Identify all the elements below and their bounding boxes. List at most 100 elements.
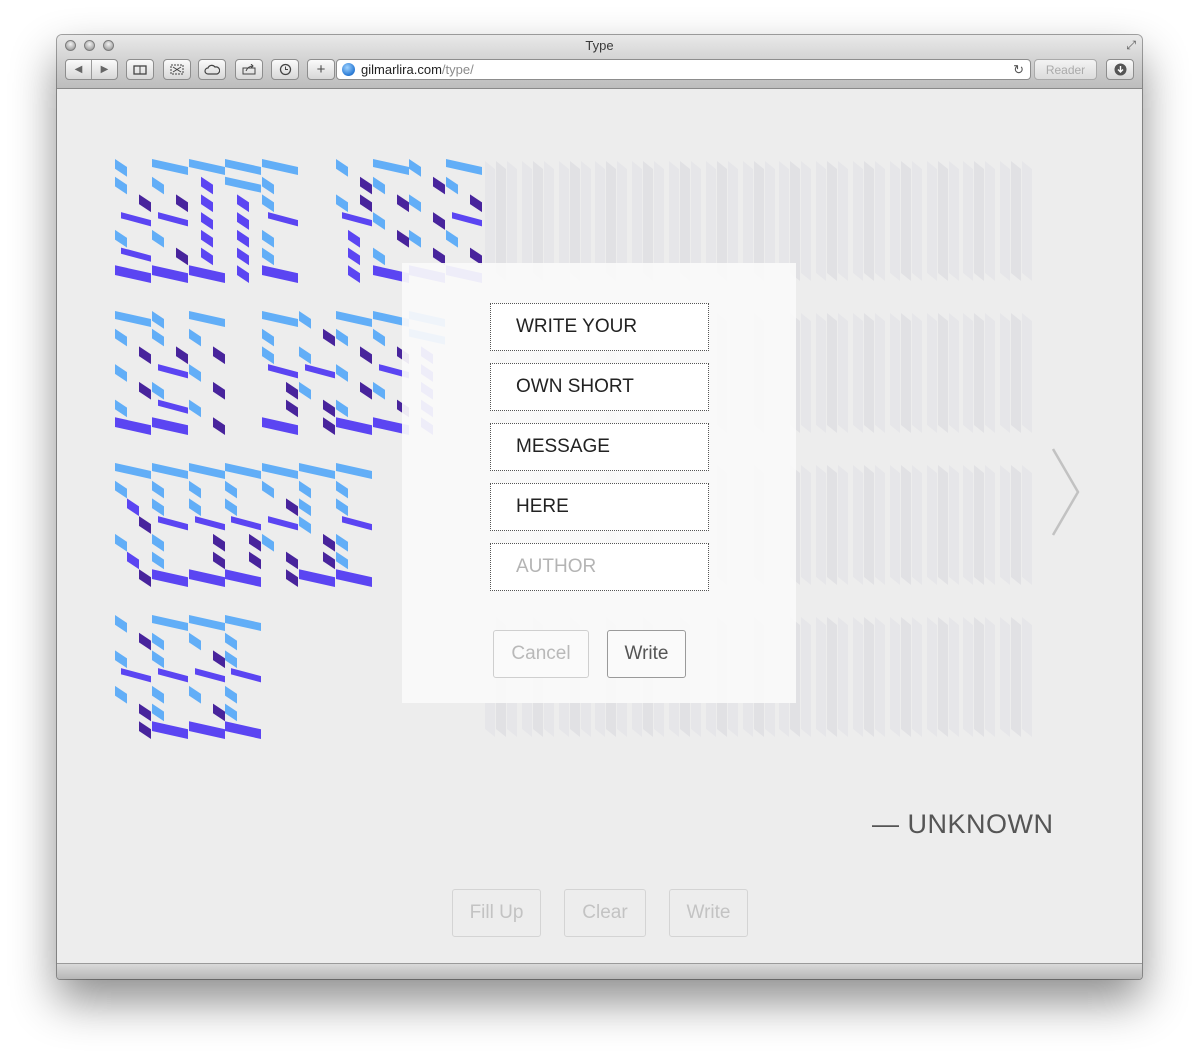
letter-stroke bbox=[225, 498, 238, 517]
letter-stroke bbox=[188, 569, 225, 587]
letter-stroke bbox=[237, 247, 250, 266]
letter-stroke bbox=[115, 265, 151, 283]
ghost-stroke bbox=[974, 313, 985, 433]
cloud-button[interactable] bbox=[198, 59, 226, 80]
back-button[interactable]: ◀ bbox=[66, 64, 91, 75]
letter-stroke bbox=[212, 551, 225, 570]
ghost-block bbox=[1000, 617, 1033, 737]
letter-stroke bbox=[151, 569, 188, 587]
new-tab-button[interactable]: + bbox=[307, 59, 335, 80]
letter-stroke bbox=[188, 463, 225, 479]
letter-stroke bbox=[157, 399, 188, 414]
ghost-stroke bbox=[1011, 313, 1022, 433]
dialog-write-button[interactable]: Write bbox=[607, 630, 686, 678]
poster-letter-e bbox=[151, 615, 188, 739]
letter-stroke bbox=[372, 247, 385, 266]
line-3-input[interactable] bbox=[490, 423, 709, 471]
letter-stroke bbox=[433, 176, 446, 195]
letter-stroke bbox=[299, 311, 311, 329]
write-button[interactable]: Write bbox=[669, 889, 748, 937]
letter-stroke bbox=[225, 463, 262, 479]
letter-stroke bbox=[157, 668, 188, 683]
letter-stroke bbox=[262, 176, 275, 195]
letter-stroke bbox=[151, 328, 164, 347]
ghost-block bbox=[926, 313, 959, 433]
letter-stroke bbox=[225, 615, 262, 631]
letter-stroke bbox=[212, 417, 225, 435]
letter-stroke bbox=[237, 194, 250, 213]
globe-icon bbox=[342, 63, 355, 76]
letter-stroke bbox=[237, 229, 250, 248]
ghost-stroke bbox=[985, 161, 996, 281]
letter-stroke bbox=[262, 346, 275, 365]
ghost-stroke bbox=[801, 161, 812, 281]
ghost-stroke bbox=[911, 313, 922, 433]
letter-stroke bbox=[396, 229, 409, 248]
letter-stroke bbox=[335, 159, 348, 177]
poster-letter-w bbox=[151, 311, 188, 435]
ghost-block bbox=[926, 161, 959, 281]
ghost-stroke bbox=[816, 465, 827, 585]
letter-stroke bbox=[151, 381, 164, 400]
line-4-input[interactable] bbox=[490, 483, 709, 531]
line-1-input[interactable] bbox=[490, 303, 709, 351]
letter-stroke bbox=[237, 212, 250, 230]
reload-icon[interactable]: ↻ bbox=[1013, 62, 1024, 78]
poster-letter-h bbox=[115, 615, 151, 739]
letter-stroke bbox=[249, 533, 262, 552]
share-button[interactable] bbox=[235, 59, 263, 80]
letter-stroke bbox=[121, 247, 151, 262]
ghost-stroke bbox=[864, 313, 874, 433]
letter-stroke bbox=[299, 516, 311, 534]
ghost-block bbox=[1000, 161, 1033, 281]
snippet-button[interactable] bbox=[163, 59, 191, 80]
poster-letter-e bbox=[225, 615, 262, 739]
letter-stroke bbox=[188, 311, 225, 327]
letter-stroke bbox=[262, 194, 275, 213]
history-button[interactable] bbox=[271, 59, 299, 80]
downloads-button[interactable] bbox=[1106, 59, 1134, 80]
poster-letter-s bbox=[188, 463, 225, 587]
ghost-block bbox=[816, 465, 849, 585]
letter-stroke bbox=[127, 551, 139, 570]
poster-author: — UNKNOWN bbox=[872, 809, 1054, 839]
fullscreen-icon[interactable]: ⤢ bbox=[1126, 38, 1136, 53]
letter-stroke bbox=[225, 176, 262, 193]
letter-stroke bbox=[262, 311, 299, 327]
ghost-stroke bbox=[864, 617, 874, 737]
letter-stroke bbox=[212, 650, 225, 669]
clear-button[interactable]: Clear bbox=[564, 889, 646, 937]
reader-button[interactable]: Reader bbox=[1034, 59, 1097, 80]
cancel-button[interactable]: Cancel bbox=[493, 630, 589, 678]
letter-stroke bbox=[359, 346, 372, 365]
letter-stroke bbox=[323, 533, 335, 552]
forward-button[interactable]: ▶ bbox=[92, 64, 117, 75]
ghost-stroke bbox=[889, 161, 900, 281]
ghost-block bbox=[889, 465, 922, 585]
ghost-stroke bbox=[889, 465, 900, 585]
fill-up-button[interactable]: Fill Up bbox=[452, 889, 541, 937]
ghost-stroke bbox=[900, 313, 911, 433]
letter-stroke bbox=[335, 364, 348, 382]
reading-list-button[interactable] bbox=[126, 59, 154, 80]
letter-stroke bbox=[151, 229, 164, 248]
browser-window: Type ⤢ ◀ ▶ + gilmarlira.com /type/ ↻ Rea… bbox=[57, 35, 1142, 979]
letter-stroke bbox=[335, 569, 372, 587]
letter-stroke bbox=[188, 159, 225, 175]
letter-stroke bbox=[299, 498, 311, 517]
author-input[interactable] bbox=[490, 543, 709, 591]
line-2-input[interactable] bbox=[490, 363, 709, 411]
poster-letter-o bbox=[335, 311, 372, 435]
address-bar[interactable]: gilmarlira.com /type/ ↻ bbox=[336, 59, 1031, 80]
next-arrow-icon[interactable] bbox=[1051, 447, 1081, 537]
back-forward-buttons: ◀ ▶ bbox=[65, 59, 118, 80]
letter-stroke bbox=[323, 328, 335, 347]
ghost-stroke bbox=[801, 617, 812, 737]
ghost-stroke bbox=[937, 313, 948, 433]
letter-stroke bbox=[347, 229, 360, 248]
letter-stroke bbox=[212, 703, 225, 722]
ghost-stroke bbox=[827, 617, 838, 737]
letter-stroke bbox=[194, 668, 225, 683]
letter-stroke bbox=[335, 328, 348, 347]
window-title: Type bbox=[585, 38, 614, 53]
